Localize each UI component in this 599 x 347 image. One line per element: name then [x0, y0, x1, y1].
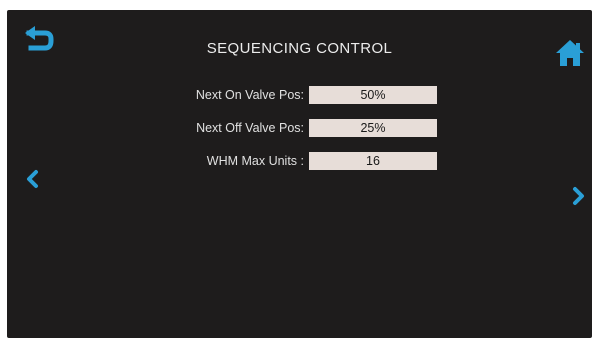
page-title: SEQUENCING CONTROL — [206, 40, 393, 57]
screen: SEQUENCING CONTROL Next On Valve Pos: 50… — [7, 10, 592, 338]
chevron-left-icon — [27, 170, 38, 188]
whm-max-units-label: WHM Max Units : — [206, 154, 304, 168]
previous-page-button[interactable] — [25, 169, 39, 189]
next-off-valve-pos-field[interactable]: 25% — [309, 119, 437, 137]
home-icon — [556, 40, 584, 66]
next-on-valve-pos-label: Next On Valve Pos: — [195, 88, 304, 102]
next-off-valve-pos-label: Next Off Valve Pos: — [196, 121, 304, 135]
home-button[interactable] — [554, 37, 586, 69]
next-page-button[interactable] — [572, 186, 586, 206]
whm-max-units-field[interactable]: 16 — [309, 152, 437, 170]
chevron-right-icon — [573, 187, 584, 205]
next-on-valve-pos-field[interactable]: 50% — [309, 86, 437, 104]
